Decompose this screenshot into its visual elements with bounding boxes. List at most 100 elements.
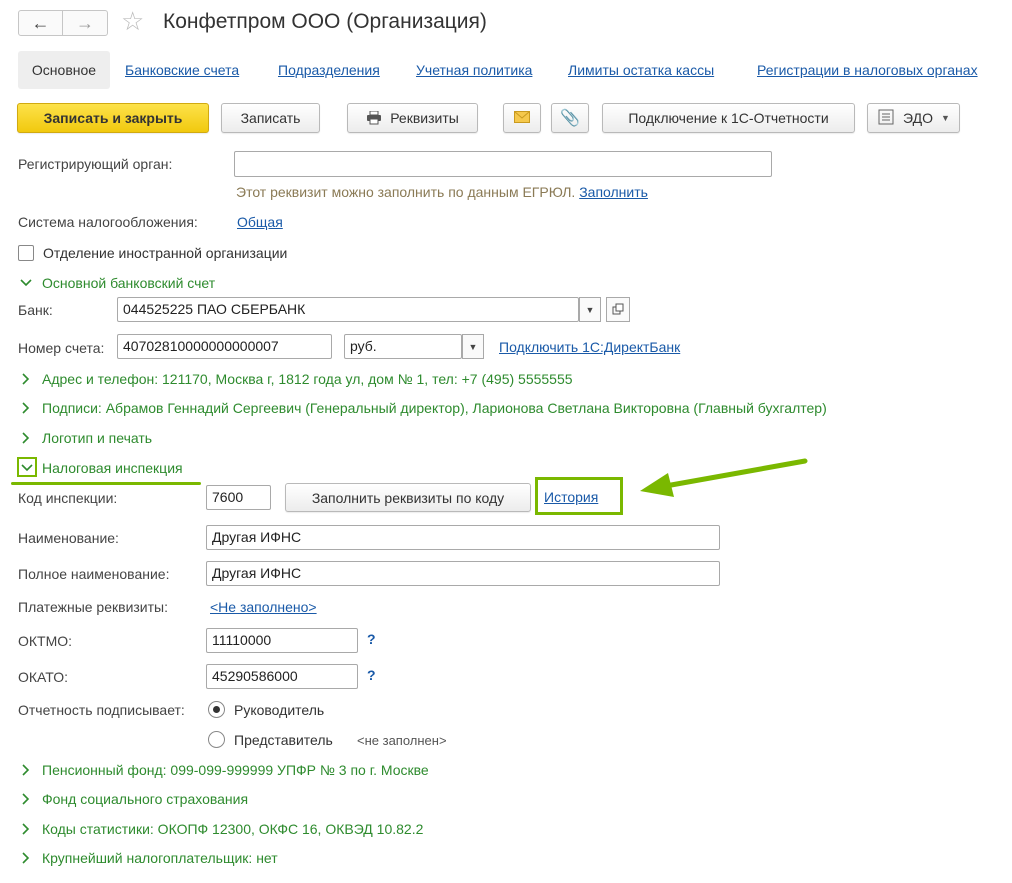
edo-dropdown-button[interactable]: ЭДО ▼ (867, 103, 960, 133)
edo-icon (877, 109, 895, 128)
signer-head-radio[interactable] (208, 701, 225, 718)
open-copy-icon (612, 303, 624, 317)
inspection-code-label: Код инспекции: (18, 490, 118, 506)
inspection-code-input[interactable]: 7600 (206, 485, 271, 510)
okato-help-icon[interactable]: ? (367, 667, 376, 683)
tab-divisions[interactable]: Подразделения (278, 62, 380, 78)
signer-rep-label: Представитель (234, 732, 333, 748)
registering-body-hint-text: Этот реквизит можно заполнить по данным … (236, 184, 576, 200)
history-link[interactable]: История (544, 489, 598, 505)
foreign-branch-label: Отделение иностранной организации (43, 245, 288, 261)
section-social-insurance[interactable]: Фонд социального страхования (18, 791, 248, 807)
inspection-name-input[interactable]: Другая ИФНС (206, 525, 720, 550)
signer-rep-value: <не заполнен> (357, 733, 447, 748)
tab-accounting-policy[interactable]: Учетная политика (416, 62, 532, 78)
tab-tax-registrations[interactable]: Регистрации в налоговых органах (757, 62, 978, 78)
section-tax-inspection-title[interactable]: Налоговая инспекция (42, 460, 183, 476)
section-logo[interactable]: Логотип и печать (18, 430, 152, 446)
annotation-arrow-icon (640, 458, 808, 497)
signer-label: Отчетность подписывает: (18, 702, 185, 718)
chevron-down-icon (18, 279, 34, 287)
section-logo-title: Логотип и печать (42, 430, 153, 446)
radio-dot-icon (213, 706, 220, 713)
save-label: Записать (240, 110, 301, 126)
okato-input[interactable]: 45290586000 (206, 664, 358, 689)
section-bank-account-title: Основной банковский счет (42, 275, 216, 291)
currency-dropdown-button[interactable]: ▼ (462, 334, 484, 359)
registering-body-hint: Этот реквизит можно заполнить по данным … (236, 184, 648, 200)
section-address[interactable]: Адрес и телефон: 121170, Москва г, 1812 … (18, 371, 573, 387)
currency-dropdown-caret-icon: ▼ (468, 341, 478, 352)
section-statistics-codes-title: Коды статистики: ОКОПФ 12300, ОКФС 16, О… (42, 821, 424, 837)
forward-arrow-icon[interactable]: → (63, 11, 107, 35)
edo-label: ЭДО (903, 110, 934, 126)
fill-by-code-button[interactable]: Заполнить реквизиты по коду (285, 483, 531, 512)
nav-back-forward: ← → (18, 10, 108, 36)
section-pension-fund-title: Пенсионный фонд: 099-099-999999 УПФР № 3… (42, 762, 429, 778)
tab-cash-limits[interactable]: Лимиты остатка кассы (568, 62, 714, 78)
section-signatures-title: Подписи: Абрамов Геннадий Сергеевич (Ген… (42, 400, 827, 416)
details-label: Реквизиты (390, 110, 459, 126)
attachments-button[interactable]: 📎 (551, 103, 589, 133)
bank-label: Банк: (18, 302, 53, 318)
chevron-right-icon (18, 373, 34, 385)
section-statistics-codes[interactable]: Коды статистики: ОКОПФ 12300, ОКФС 16, О… (18, 821, 423, 837)
tax-inspection-expand-box[interactable] (17, 457, 37, 477)
section-social-insurance-title: Фонд социального страхования (42, 791, 249, 807)
bank-dropdown-caret-icon: ▼ (585, 304, 595, 315)
payment-details-link[interactable]: <Не заполнено> (210, 599, 317, 615)
details-print-button[interactable]: Реквизиты (347, 103, 478, 133)
section-largest-taxpayer[interactable]: Крупнейший налогоплательщик: нет (18, 850, 278, 866)
paperclip-icon: 📎 (560, 110, 580, 127)
oktmo-help-icon[interactable]: ? (367, 631, 376, 647)
chevron-right-icon (18, 764, 34, 776)
registering-body-input[interactable] (234, 151, 772, 177)
fill-from-egrul-link[interactable]: Заполнить (579, 184, 648, 200)
section-largest-taxpayer-title: Крупнейший налогоплательщик: нет (42, 850, 278, 866)
oktmo-input[interactable]: 11110000 (206, 628, 358, 653)
signer-rep-radio[interactable] (208, 731, 225, 748)
tab-main-label: Основное (31, 62, 97, 78)
foreign-branch-checkbox[interactable] (18, 245, 34, 261)
tax-system-link[interactable]: Общая (237, 214, 283, 230)
chevron-right-icon (18, 852, 34, 864)
currency-select[interactable]: руб. (344, 334, 462, 359)
inspection-full-name-input[interactable]: Другая ИФНС (206, 561, 720, 586)
tax-inspection-underline (11, 482, 201, 485)
chevron-right-icon (18, 823, 34, 835)
bank-open-button[interactable] (606, 297, 630, 322)
chevron-right-icon (18, 793, 34, 805)
oktmo-label: ОКТМО: (18, 633, 73, 649)
tab-bank-accounts[interactable]: Банковские счета (125, 62, 239, 78)
chevron-down-icon (21, 459, 33, 475)
okato-label: ОКАТО: (18, 669, 68, 685)
fill-by-code-label: Заполнить реквизиты по коду (311, 489, 505, 506)
account-number-label: Номер счета: (18, 340, 105, 356)
bank-input[interactable]: 044525225 ПАО СБЕРБАНК (117, 297, 579, 322)
chevron-right-icon (18, 402, 34, 414)
registering-body-label: Регистрирующий орган: (18, 156, 173, 172)
dropdown-caret-icon: ▼ (941, 113, 950, 123)
printer-icon (366, 110, 382, 125)
bank-dropdown-button[interactable]: ▼ (579, 297, 601, 322)
window-title: Конфетпром ООО (Организация) (163, 10, 487, 33)
section-address-title: Адрес и телефон: 121170, Москва г, 1812 … (42, 371, 573, 387)
account-number-input[interactable]: 40702810000000000007 (117, 334, 332, 359)
save-and-close-label: Записать и закрыть (43, 110, 183, 126)
envelope-icon (514, 110, 530, 126)
tax-system-label: Система налогообложения: (18, 214, 198, 230)
section-bank-account[interactable]: Основной банковский счет (18, 275, 215, 291)
connect-reporting-label: Подключение к 1С-Отчетности (628, 110, 829, 126)
save-button[interactable]: Записать (221, 103, 320, 133)
connect-directbank-link[interactable]: Подключить 1С:ДиректБанк (499, 339, 680, 355)
inspection-name-label: Наименование: (18, 530, 119, 546)
section-signatures[interactable]: Подписи: Абрамов Геннадий Сергеевич (Ген… (18, 400, 827, 416)
inspection-full-name-label: Полное наименование: (18, 566, 170, 582)
tab-main[interactable]: Основное (18, 51, 110, 89)
favorite-star-icon[interactable]: ☆ (121, 6, 144, 36)
email-button[interactable] (503, 103, 541, 133)
connect-reporting-button[interactable]: Подключение к 1С-Отчетности (602, 103, 855, 133)
save-and-close-button[interactable]: Записать и закрыть (17, 103, 209, 133)
section-pension-fund[interactable]: Пенсионный фонд: 099-099-999999 УПФР № 3… (18, 762, 429, 778)
back-arrow-icon[interactable]: ← (19, 11, 63, 35)
